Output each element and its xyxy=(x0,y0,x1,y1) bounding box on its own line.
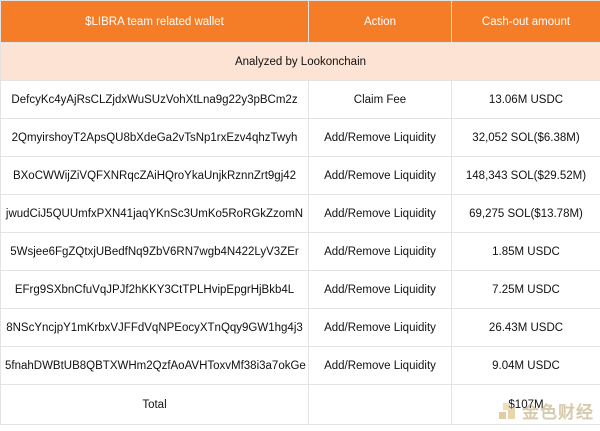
watermark-text: 金色财经 xyxy=(522,403,594,423)
wallet-address: 5Wsjee6FgZQtxjUBedfNq9ZbV6RN7wgb4N422LyV… xyxy=(0,232,309,271)
header-wallet: $LIBRA team related wallet xyxy=(0,0,309,43)
wallet-address: 8NScYncjpY1mKrbxVJFFdVqNPEocyXTnQqy9GW1h… xyxy=(0,308,309,347)
action-cell: Add/Remove Liquidity xyxy=(308,308,452,347)
table-subtitle-row: Analyzed by Lookonchain xyxy=(0,42,600,81)
table-row: BXoCWWijZiVQFXNRqcZAiHQroYkaUnjkRznnZrt9… xyxy=(0,156,600,195)
amount-cell: 148,343 SOL($29.52M) xyxy=(451,156,600,195)
header-amount: Cash-out amount xyxy=(451,0,600,43)
wallet-address: DefcyKc4yAjRsCLZjdxWuSUzVohXtLna9g22y3pB… xyxy=(0,80,309,119)
table-row: jwudCiJ5QUUmfxPXN41jaqYKnSc3UmKo5RoRGkZz… xyxy=(0,194,600,233)
amount-cell: 9.04M USDC xyxy=(451,346,600,385)
wallet-cashout-table: $LIBRA team related wallet Action Cash-o… xyxy=(0,0,600,425)
amount-cell: 1.85M USDC xyxy=(451,232,600,271)
action-cell: Add/Remove Liquidity xyxy=(308,232,452,271)
action-cell: Add/Remove Liquidity xyxy=(308,118,452,157)
table-row: 5Wsjee6FgZQtxjUBedfNq9ZbV6RN7wgb4N422LyV… xyxy=(0,232,600,271)
table-row: DefcyKc4yAjRsCLZjdxWuSUzVohXtLna9g22y3pB… xyxy=(0,80,600,119)
action-cell: Claim Fee xyxy=(308,80,452,119)
gold-logo-icon xyxy=(499,402,515,419)
table-row: 5fnahDWBtUB8QBTXWHm2QzfAoAVHToxvMf38i3a7… xyxy=(0,346,600,385)
action-cell: Add/Remove Liquidity xyxy=(308,156,452,195)
action-cell: Add/Remove Liquidity xyxy=(308,346,452,385)
wallet-address: EFrg9SXbnCfuVqJPJf2hKKY3CtTPLHvipEpgrHjB… xyxy=(0,270,309,309)
wallet-address: BXoCWWijZiVQFXNRqcZAiHQroYkaUnjkRznnZrt9… xyxy=(0,156,309,195)
action-cell: Add/Remove Liquidity xyxy=(308,194,452,233)
table-row: 2QmyirshoyT2ApsQU8bXdeGa2vTsNp1rxEzv4qhz… xyxy=(0,118,600,157)
amount-cell: 7.25M USDC xyxy=(451,270,600,309)
action-cell: Add/Remove Liquidity xyxy=(308,270,452,309)
header-action: Action xyxy=(308,0,452,43)
amount-cell: 26.43M USDC xyxy=(451,308,600,347)
wallet-address: 2QmyirshoyT2ApsQU8bXdeGa2vTsNp1rxEzv4qhz… xyxy=(0,118,309,157)
table-row: 8NScYncjpY1mKrbxVJFFdVqNPEocyXTnQqy9GW1h… xyxy=(0,308,600,347)
amount-cell: 32,052 SOL($6.38M) xyxy=(451,118,600,157)
wallet-address: 5fnahDWBtUB8QBTXWHm2QzfAoAVHToxvMf38i3a7… xyxy=(0,346,309,385)
total-label: Total xyxy=(0,384,309,425)
total-spacer xyxy=(308,384,452,425)
wallet-address: jwudCiJ5QUUmfxPXN41jaqYKnSc3UmKo5RoRGkZz… xyxy=(0,194,309,233)
table-subtitle: Analyzed by Lookonchain xyxy=(0,42,600,81)
table-row: EFrg9SXbnCfuVqJPJf2hKKY3CtTPLHvipEpgrHjB… xyxy=(0,270,600,309)
amount-cell: 13.06M USDC xyxy=(451,80,600,119)
table-header-row: $LIBRA team related wallet Action Cash-o… xyxy=(0,0,600,43)
amount-cell: 69,275 SOL($13.78M) xyxy=(451,194,600,233)
watermark: 金色财经 xyxy=(498,398,594,423)
